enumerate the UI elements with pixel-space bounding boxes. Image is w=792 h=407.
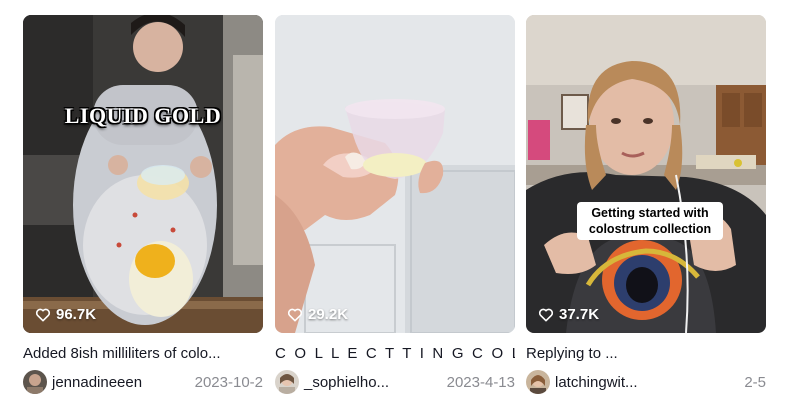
- thumbnail-image: [526, 15, 766, 333]
- video-card[interactable]: LIQUID GOLD 96.7K Added 8ish milliliters…: [23, 15, 263, 394]
- username[interactable]: latchingwit...: [555, 374, 638, 391]
- likes-count-text: 37.7K: [559, 306, 600, 323]
- thumbnail-image: [23, 15, 263, 333]
- post-date: 2023-10-2: [194, 373, 263, 391]
- thumbnail-image: [275, 15, 515, 333]
- video-thumbnail[interactable]: 29.2K: [275, 15, 515, 333]
- post-date: 2023-4-13: [446, 373, 515, 391]
- likes-count: 37.7K: [538, 306, 599, 323]
- likes-count: 29.2K: [287, 306, 348, 323]
- likes-count-text: 96.7K: [56, 306, 97, 323]
- video-description[interactable]: Replying to ...: [526, 345, 766, 363]
- video-meta: _sophielho... 2023-4-13: [275, 370, 515, 394]
- video-description[interactable]: Added 8ish milliliters of colo...: [23, 345, 263, 363]
- heart-outline-icon: [287, 308, 303, 321]
- likes-count-text: 29.2K: [308, 306, 349, 323]
- video-overlay-caption: LIQUID GOLD: [64, 103, 222, 128]
- likes-count: 96.7K: [35, 306, 96, 323]
- video-overlay-caption: Getting started with colostrum collectio…: [577, 202, 723, 240]
- video-thumbnail[interactable]: Getting started with colostrum collectio…: [526, 15, 766, 333]
- avatar[interactable]: [23, 370, 47, 394]
- heart-outline-icon: [35, 308, 51, 321]
- video-meta: latchingwit... 2-5: [526, 370, 766, 394]
- avatar[interactable]: [526, 370, 550, 394]
- video-card[interactable]: 29.2K C O L L E C T T I N G C O L O... _…: [275, 15, 515, 394]
- video-card[interactable]: Getting started with colostrum collectio…: [526, 15, 766, 394]
- username[interactable]: jennadineeen: [52, 374, 142, 391]
- username[interactable]: _sophielho...: [304, 374, 389, 391]
- video-thumbnail[interactable]: LIQUID GOLD 96.7K: [23, 15, 263, 333]
- video-description[interactable]: C O L L E C T T I N G C O L O...: [275, 345, 515, 363]
- post-date: 2-5: [744, 373, 766, 391]
- heart-outline-icon: [538, 308, 554, 321]
- video-meta: jennadineeen 2023-10-2: [23, 370, 263, 394]
- avatar[interactable]: [275, 370, 299, 394]
